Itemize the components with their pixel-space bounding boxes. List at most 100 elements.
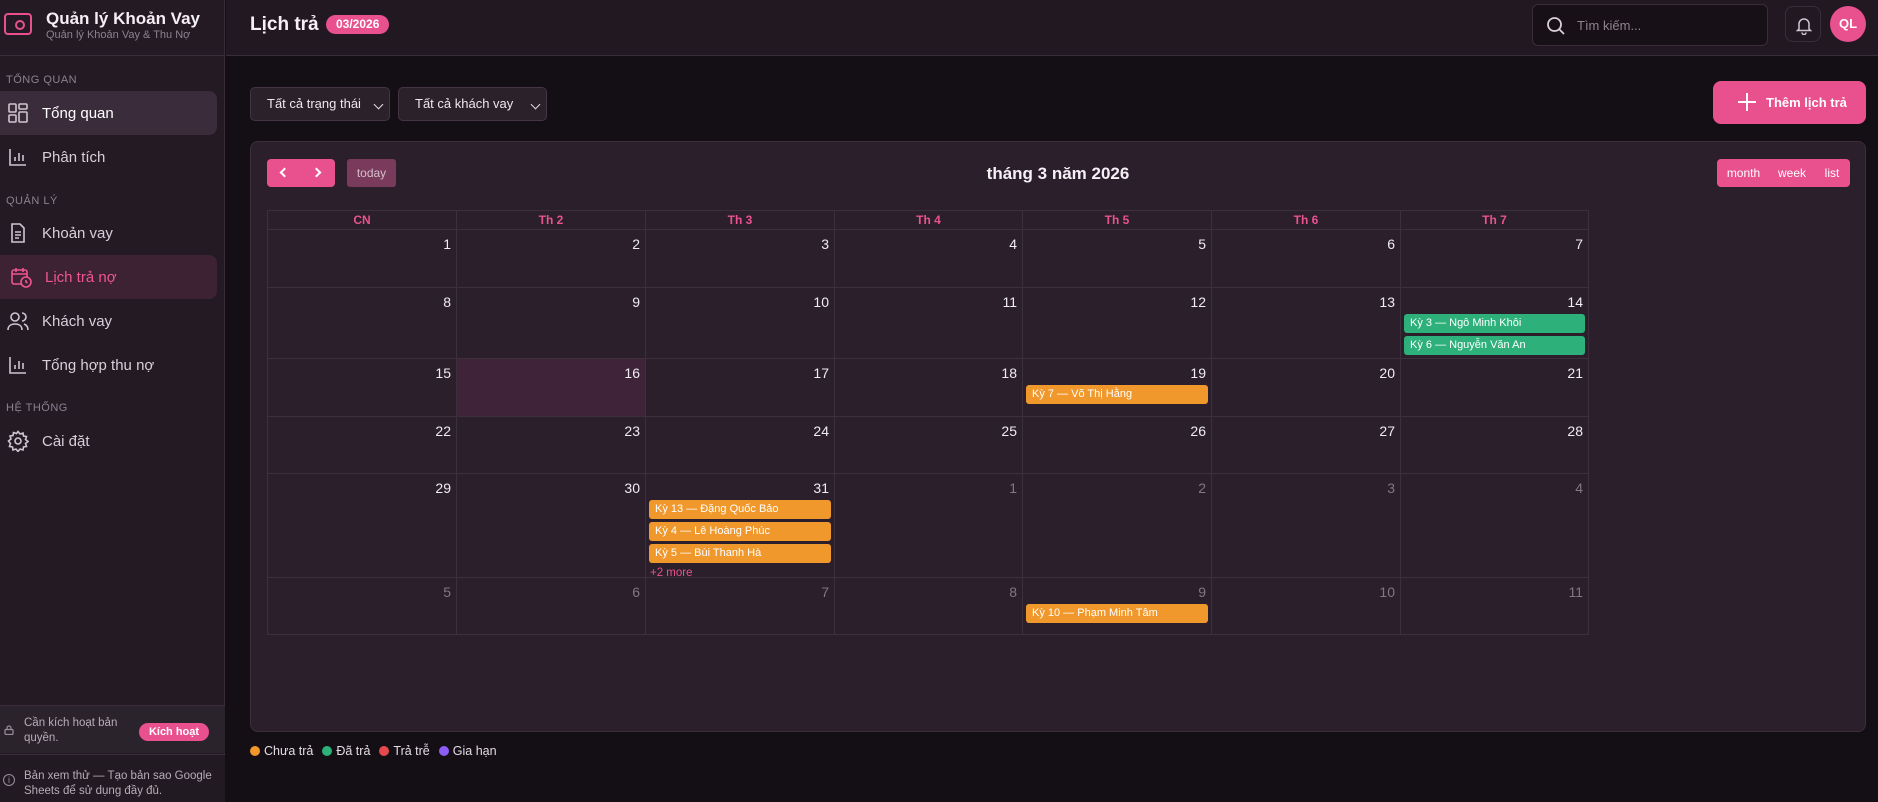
calendar-day[interactable]: 2 [1022,474,1211,578]
calendar-day[interactable]: 5 [1022,230,1211,288]
day-number[interactable]: 22 [435,423,451,439]
calendar-day[interactable]: 22 [267,417,456,474]
calendar-day[interactable]: 13 [1211,288,1400,359]
day-number[interactable]: 6 [1387,236,1395,252]
day-number[interactable]: 5 [443,584,451,600]
calendar-day[interactable]: 9 Kỳ 10 — Phạm Minh Tâm [1022,578,1211,635]
calendar-day[interactable]: 6 [456,578,645,635]
day-number[interactable]: 5 [1198,236,1206,252]
calendar-day[interactable]: 7 [1400,230,1589,288]
day-number[interactable]: 11 [1002,294,1017,310]
sidebar-item-repayment-schedule[interactable]: Lịch trả nợ [0,255,217,299]
calendar-event[interactable]: Kỳ 13 — Đặng Quốc Bảo [649,500,831,519]
brand[interactable]: Quản lý Khoản Vay Quản lý Khoản Vay & Th… [0,0,225,56]
view-list-button[interactable]: list [1814,159,1850,187]
day-number[interactable]: 21 [1567,365,1583,381]
calendar-day[interactable]: 20 [1211,359,1400,417]
borrower-filter-select[interactable]: Tất cả khách vay [398,87,547,121]
day-number[interactable]: 19 [1190,365,1206,381]
day-number[interactable]: 7 [821,584,829,600]
sidebar-item-overview[interactable]: Tổng quan [0,91,217,135]
day-number[interactable]: 1 [443,236,451,252]
calendar-event[interactable]: Kỳ 3 — Ngô Minh Khôi [1404,314,1585,333]
calendar-day[interactable]: 3 [645,230,834,288]
day-number[interactable]: 10 [813,294,829,310]
calendar-day[interactable]: 8 [267,288,456,359]
calendar-day[interactable]: 19 Kỳ 7 — Võ Thị Hằng [1022,359,1211,417]
day-number[interactable]: 13 [1379,294,1395,310]
calendar-day[interactable]: 9 [456,288,645,359]
add-schedule-button[interactable]: Thêm lịch trả [1713,81,1866,124]
activate-button[interactable]: Kích hoạt [139,723,209,741]
day-number[interactable]: 15 [435,365,451,381]
calendar-day[interactable]: 14 Kỳ 3 — Ngô Minh Khôi Kỳ 6 — Nguyễn Văn … [1400,288,1589,359]
calendar-day[interactable]: 31 Kỳ 13 — Đặng Quốc Bảo Kỳ 4 — Lê Hoàng P… [645,474,834,579]
day-number[interactable]: 18 [1001,365,1017,381]
search-box[interactable]: Tìm kiếm... [1532,4,1768,46]
calendar-day[interactable]: 10 [1211,578,1400,635]
calendar-day[interactable]: 24 [645,417,834,474]
day-number[interactable]: 27 [1379,423,1395,439]
day-number[interactable]: 30 [624,480,640,496]
day-number[interactable]: 6 [632,584,640,600]
calendar-day[interactable]: 12 [1022,288,1211,359]
day-number[interactable]: 29 [435,480,451,496]
day-number[interactable]: 12 [1190,294,1206,310]
avatar[interactable]: QL [1830,6,1866,42]
day-number[interactable]: 9 [1198,584,1206,600]
day-number[interactable]: 31 [813,480,829,496]
day-number[interactable]: 25 [1001,423,1017,439]
calendar-day[interactable]: 30 [456,474,645,578]
day-number[interactable]: 24 [813,423,829,439]
day-number[interactable]: 11 [1568,584,1583,600]
calendar-day[interactable]: 21 [1400,359,1589,417]
day-number[interactable]: 9 [632,294,640,310]
day-number[interactable]: 3 [1387,480,1395,496]
calendar-day[interactable]: 27 [1211,417,1400,474]
calendar-day[interactable]: 28 [1400,417,1589,474]
calendar-event[interactable]: Kỳ 4 — Lê Hoàng Phúc [649,522,831,541]
day-number[interactable]: 2 [1198,480,1206,496]
day-number[interactable]: 8 [443,294,451,310]
day-number[interactable]: 10 [1379,584,1395,600]
calendar-day[interactable]: 15 [267,359,456,417]
calendar-day[interactable]: 3 [1211,474,1400,578]
calendar-event[interactable]: Kỳ 6 — Nguyễn Văn An [1404,336,1585,355]
calendar-day[interactable]: 7 [645,578,834,635]
day-number[interactable]: 17 [813,365,829,381]
calendar-day[interactable]: 25 [834,417,1022,474]
calendar-day[interactable]: 8 [834,578,1022,635]
calendar-event[interactable]: Kỳ 7 — Võ Thị Hằng [1026,385,1208,404]
view-month-button[interactable]: month [1717,159,1770,187]
day-number[interactable]: 14 [1567,294,1583,310]
day-number[interactable]: 28 [1567,423,1583,439]
calendar-day[interactable]: 6 [1211,230,1400,288]
day-number[interactable]: 23 [624,423,640,439]
day-number[interactable]: 4 [1009,236,1017,252]
search-input[interactable]: Tìm kiếm... [1577,18,1641,33]
view-week-button[interactable]: week [1770,159,1814,187]
sidebar-item-settings[interactable]: Cài đặt [0,419,217,463]
calendar-event[interactable]: Kỳ 10 — Phạm Minh Tâm [1026,604,1208,623]
calendar-day[interactable]: 23 [456,417,645,474]
notification-button[interactable] [1785,6,1821,42]
calendar-day[interactable]: 5 [267,578,456,635]
day-number[interactable]: 7 [1575,236,1583,252]
sidebar-item-loans[interactable]: Khoản vay [0,211,217,255]
day-number[interactable]: 4 [1575,480,1583,496]
calendar-day[interactable]: 10 [645,288,834,359]
calendar-day[interactable]: 26 [1022,417,1211,474]
calendar-day[interactable]: 1 [834,474,1022,578]
day-number[interactable]: 20 [1379,365,1395,381]
calendar-day[interactable]: 29 [267,474,456,578]
sidebar-item-analytics[interactable]: Phân tích [0,135,217,179]
calendar-day-today[interactable]: 16 [456,359,645,417]
calendar-day[interactable]: 18 [834,359,1022,417]
sidebar-item-borrowers[interactable]: Khách vay [0,299,217,343]
day-number[interactable]: 3 [821,236,829,252]
calendar-day[interactable]: 11 [1400,578,1589,635]
calendar-day[interactable]: 4 [1400,474,1589,578]
calendar-day[interactable]: 1 [267,230,456,288]
day-number[interactable]: 1 [1009,480,1017,496]
calendar-day[interactable]: 4 [834,230,1022,288]
